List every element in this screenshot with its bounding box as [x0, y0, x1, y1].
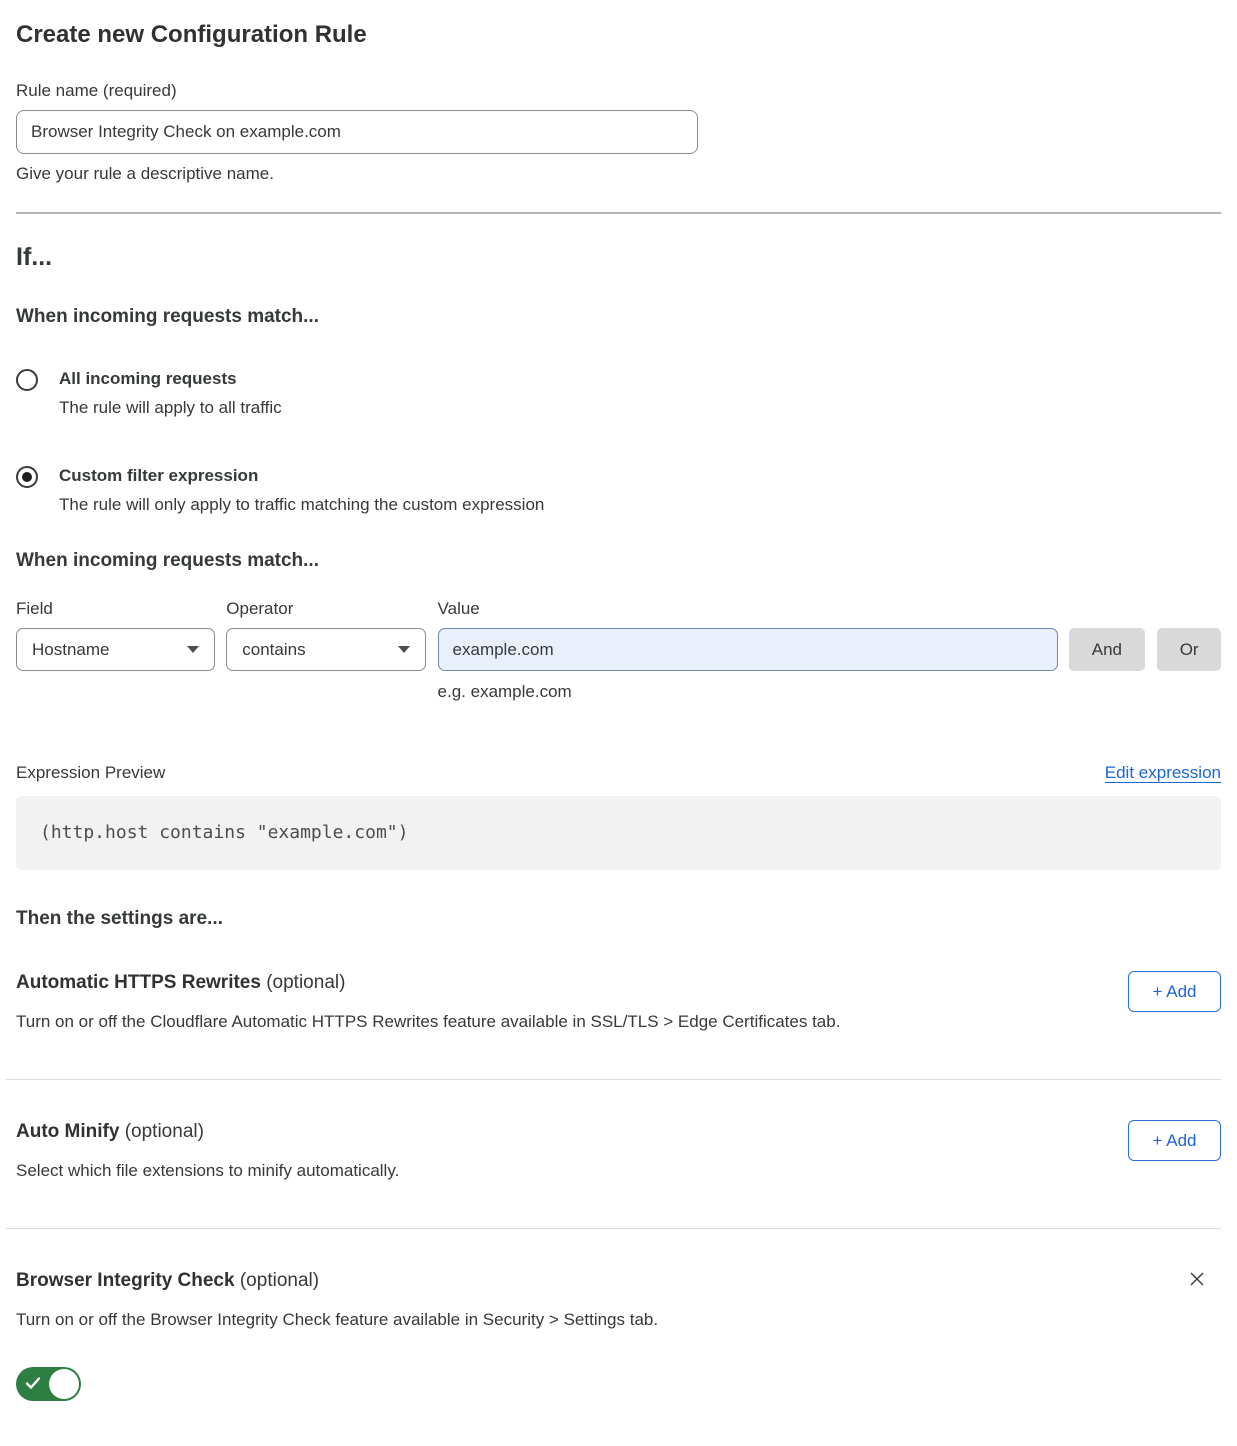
edit-expression-link[interactable]: Edit expression — [1105, 763, 1221, 783]
browser-integrity-check-toggle[interactable] — [16, 1367, 81, 1401]
match-heading: When incoming requests match... — [16, 305, 1221, 329]
page-title: Create new Configuration Rule — [16, 20, 1221, 50]
or-button[interactable]: Or — [1157, 628, 1221, 671]
condition-row: Field Hostname Operator contains Value e… — [16, 599, 1221, 703]
check-icon — [25, 1375, 41, 1391]
radio-label: Custom filter expression — [59, 465, 544, 487]
expression-preview-row: Expression Preview Edit expression — [16, 763, 1221, 783]
operator-select-value: contains — [242, 640, 305, 660]
and-button[interactable]: And — [1069, 628, 1146, 671]
setting-title: Automatic HTTPS Rewrites — [16, 972, 261, 993]
field-select-value: Hostname — [32, 640, 109, 660]
rule-name-helper: Give your rule a descriptive name. — [16, 163, 1221, 185]
radio-description: The rule will apply to all traffic — [59, 397, 282, 419]
expression-builder-heading: When incoming requests match... — [16, 549, 1221, 573]
radio-description: The rule will only apply to traffic matc… — [59, 494, 544, 516]
setting-description: Select which file extensions to minify a… — [16, 1160, 399, 1182]
expression-preview-code: (http.host contains "example.com") — [16, 796, 1221, 870]
operator-select[interactable]: contains — [226, 628, 425, 671]
field-select[interactable]: Hostname — [16, 628, 215, 671]
setting-browser-integrity-check: Browser Integrity Check (optional) Turn … — [16, 1229, 1221, 1406]
setting-auto-minify: Auto Minify (optional) Select which file… — [16, 1080, 1221, 1228]
rule-name-label: Rule name (required) — [16, 81, 1221, 101]
value-label: Value — [438, 599, 1058, 619]
chevron-down-icon — [187, 646, 199, 653]
radio-label: All incoming requests — [59, 368, 282, 390]
radio-option-custom-filter-expression[interactable]: Custom filter expression The rule will o… — [16, 465, 1221, 516]
radio-unselected-icon[interactable] — [16, 369, 38, 391]
create-configuration-rule-page: Create new Configuration Rule Rule name … — [0, 0, 1237, 1446]
setting-optional-tag: (optional) — [125, 1121, 204, 1142]
value-helper: e.g. example.com — [438, 681, 1058, 703]
if-heading: If... — [16, 242, 1221, 272]
setting-title: Auto Minify — [16, 1121, 119, 1142]
setting-automatic-https-rewrites: Automatic HTTPS Rewrites (optional) Turn… — [16, 931, 1221, 1079]
rule-name-input[interactable] — [16, 110, 698, 154]
expression-preview-label: Expression Preview — [16, 763, 165, 783]
setting-description: Turn on or off the Cloudflare Automatic … — [16, 1011, 840, 1033]
operator-label: Operator — [226, 599, 425, 619]
then-heading: Then the settings are... — [16, 907, 1221, 931]
field-label: Field — [16, 599, 215, 619]
setting-description: Turn on or off the Browser Integrity Che… — [16, 1309, 1221, 1331]
setting-optional-tag: (optional) — [240, 1270, 319, 1291]
close-icon[interactable] — [1187, 1269, 1207, 1289]
add-auto-minify-button[interactable]: + Add — [1128, 1120, 1221, 1161]
setting-title: Browser Integrity Check — [16, 1270, 235, 1291]
radio-selected-icon[interactable] — [16, 466, 38, 488]
setting-optional-tag: (optional) — [266, 972, 345, 993]
toggle-knob[interactable] — [49, 1369, 79, 1399]
chevron-down-icon — [398, 646, 410, 653]
value-input[interactable] — [438, 628, 1058, 671]
radio-option-all-incoming-requests[interactable]: All incoming requests The rule will appl… — [16, 368, 1221, 419]
section-divider — [16, 212, 1221, 214]
add-automatic-https-rewrites-button[interactable]: + Add — [1128, 971, 1221, 1012]
